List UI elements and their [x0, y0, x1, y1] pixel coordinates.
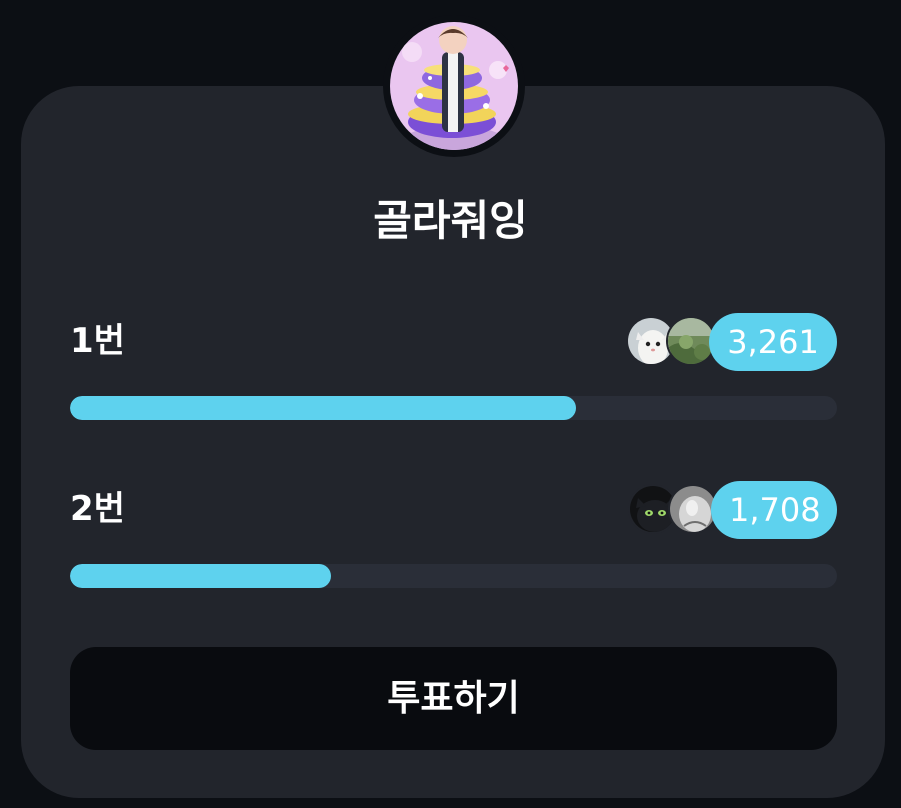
option-1-vote-count: 3,261: [709, 313, 837, 371]
vote-button[interactable]: 투표하기: [70, 647, 837, 750]
poll-widget: 골라줘잉 1번 3,261 2번 1,708 투표하기: [0, 0, 901, 808]
poll-author-avatar[interactable]: [390, 22, 518, 150]
avatar-image: [390, 22, 518, 150]
option-2-progress-track: [70, 564, 837, 588]
option-2-label: 2번: [70, 489, 125, 529]
poll-title: 골라줘잉: [373, 196, 528, 245]
option-1-progress-fill: [70, 396, 577, 420]
option-1-label: 1번: [70, 321, 125, 361]
option-2-progress-fill: [70, 564, 331, 588]
option-1-progress-track: [70, 396, 837, 420]
option-2-vote-count: 1,708: [711, 481, 837, 539]
